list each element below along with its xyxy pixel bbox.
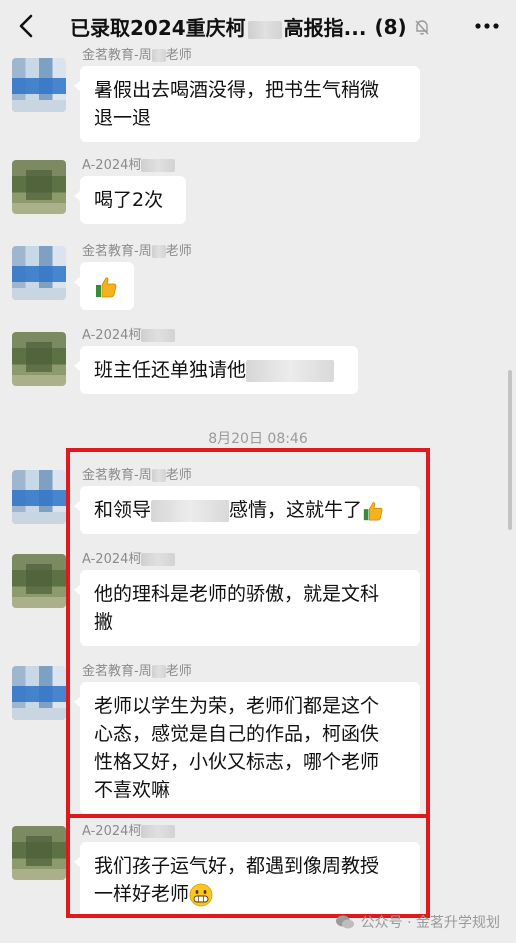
chat-title-part2: 高报指... [283,16,367,40]
blurred-name [247,20,282,39]
highlight-box [66,448,430,818]
avatar[interactable] [12,246,66,300]
member-count: (8) [374,14,407,39]
avatar[interactable] [12,160,66,214]
sender-name: A-2024柯 [82,154,176,173]
chat-header: 已录取2024重庆柯 高报指... (8) [0,0,516,52]
message-text: 班主任还单独请他 [94,359,247,381]
watermark: 公众号 · 金茗升学规划 [335,912,500,932]
chevron-left-icon[interactable] [14,13,40,39]
thumbs-up-icon [96,276,117,297]
watermark-text: 公众号 · 金茗升学规划 [360,915,500,931]
message-line: 暑假出去喝酒没得，把书生气稍微 [94,79,380,101]
scrollbar[interactable] [508,370,512,530]
more-dots-icon[interactable] [474,14,500,38]
message-bubble[interactable]: 班主任还单独请他 [74,346,358,394]
message-text: 喝了2次 [94,189,164,211]
avatar[interactable] [12,666,66,720]
message-bubble[interactable]: 喝了2次 [74,176,186,224]
sender-name: 金茗教育-周 老师 [82,48,192,63]
sender-name: A-2024柯 [82,324,176,343]
message-bubble[interactable]: 暑假出去喝酒没得，把书生气稍微 退一退 [74,66,420,142]
avatar[interactable] [12,332,66,386]
chat-title: 已录取2024重庆柯 高报指... (8) [70,12,440,41]
wechat-icon [335,915,354,929]
avatar[interactable] [12,826,66,880]
avatar[interactable] [12,470,66,524]
chat-title-part1: 已录取2024重庆柯 [70,16,246,40]
message-bubble[interactable] [74,262,134,310]
avatar[interactable] [12,554,66,608]
avatar[interactable] [12,58,66,112]
time-separator: 8月20日 08:46 [208,431,308,447]
highlight-box [66,814,430,918]
sender-name: 金茗教育-周 老师 [82,244,192,259]
message-line: 退一退 [94,107,152,129]
bell-off-icon [415,19,429,35]
